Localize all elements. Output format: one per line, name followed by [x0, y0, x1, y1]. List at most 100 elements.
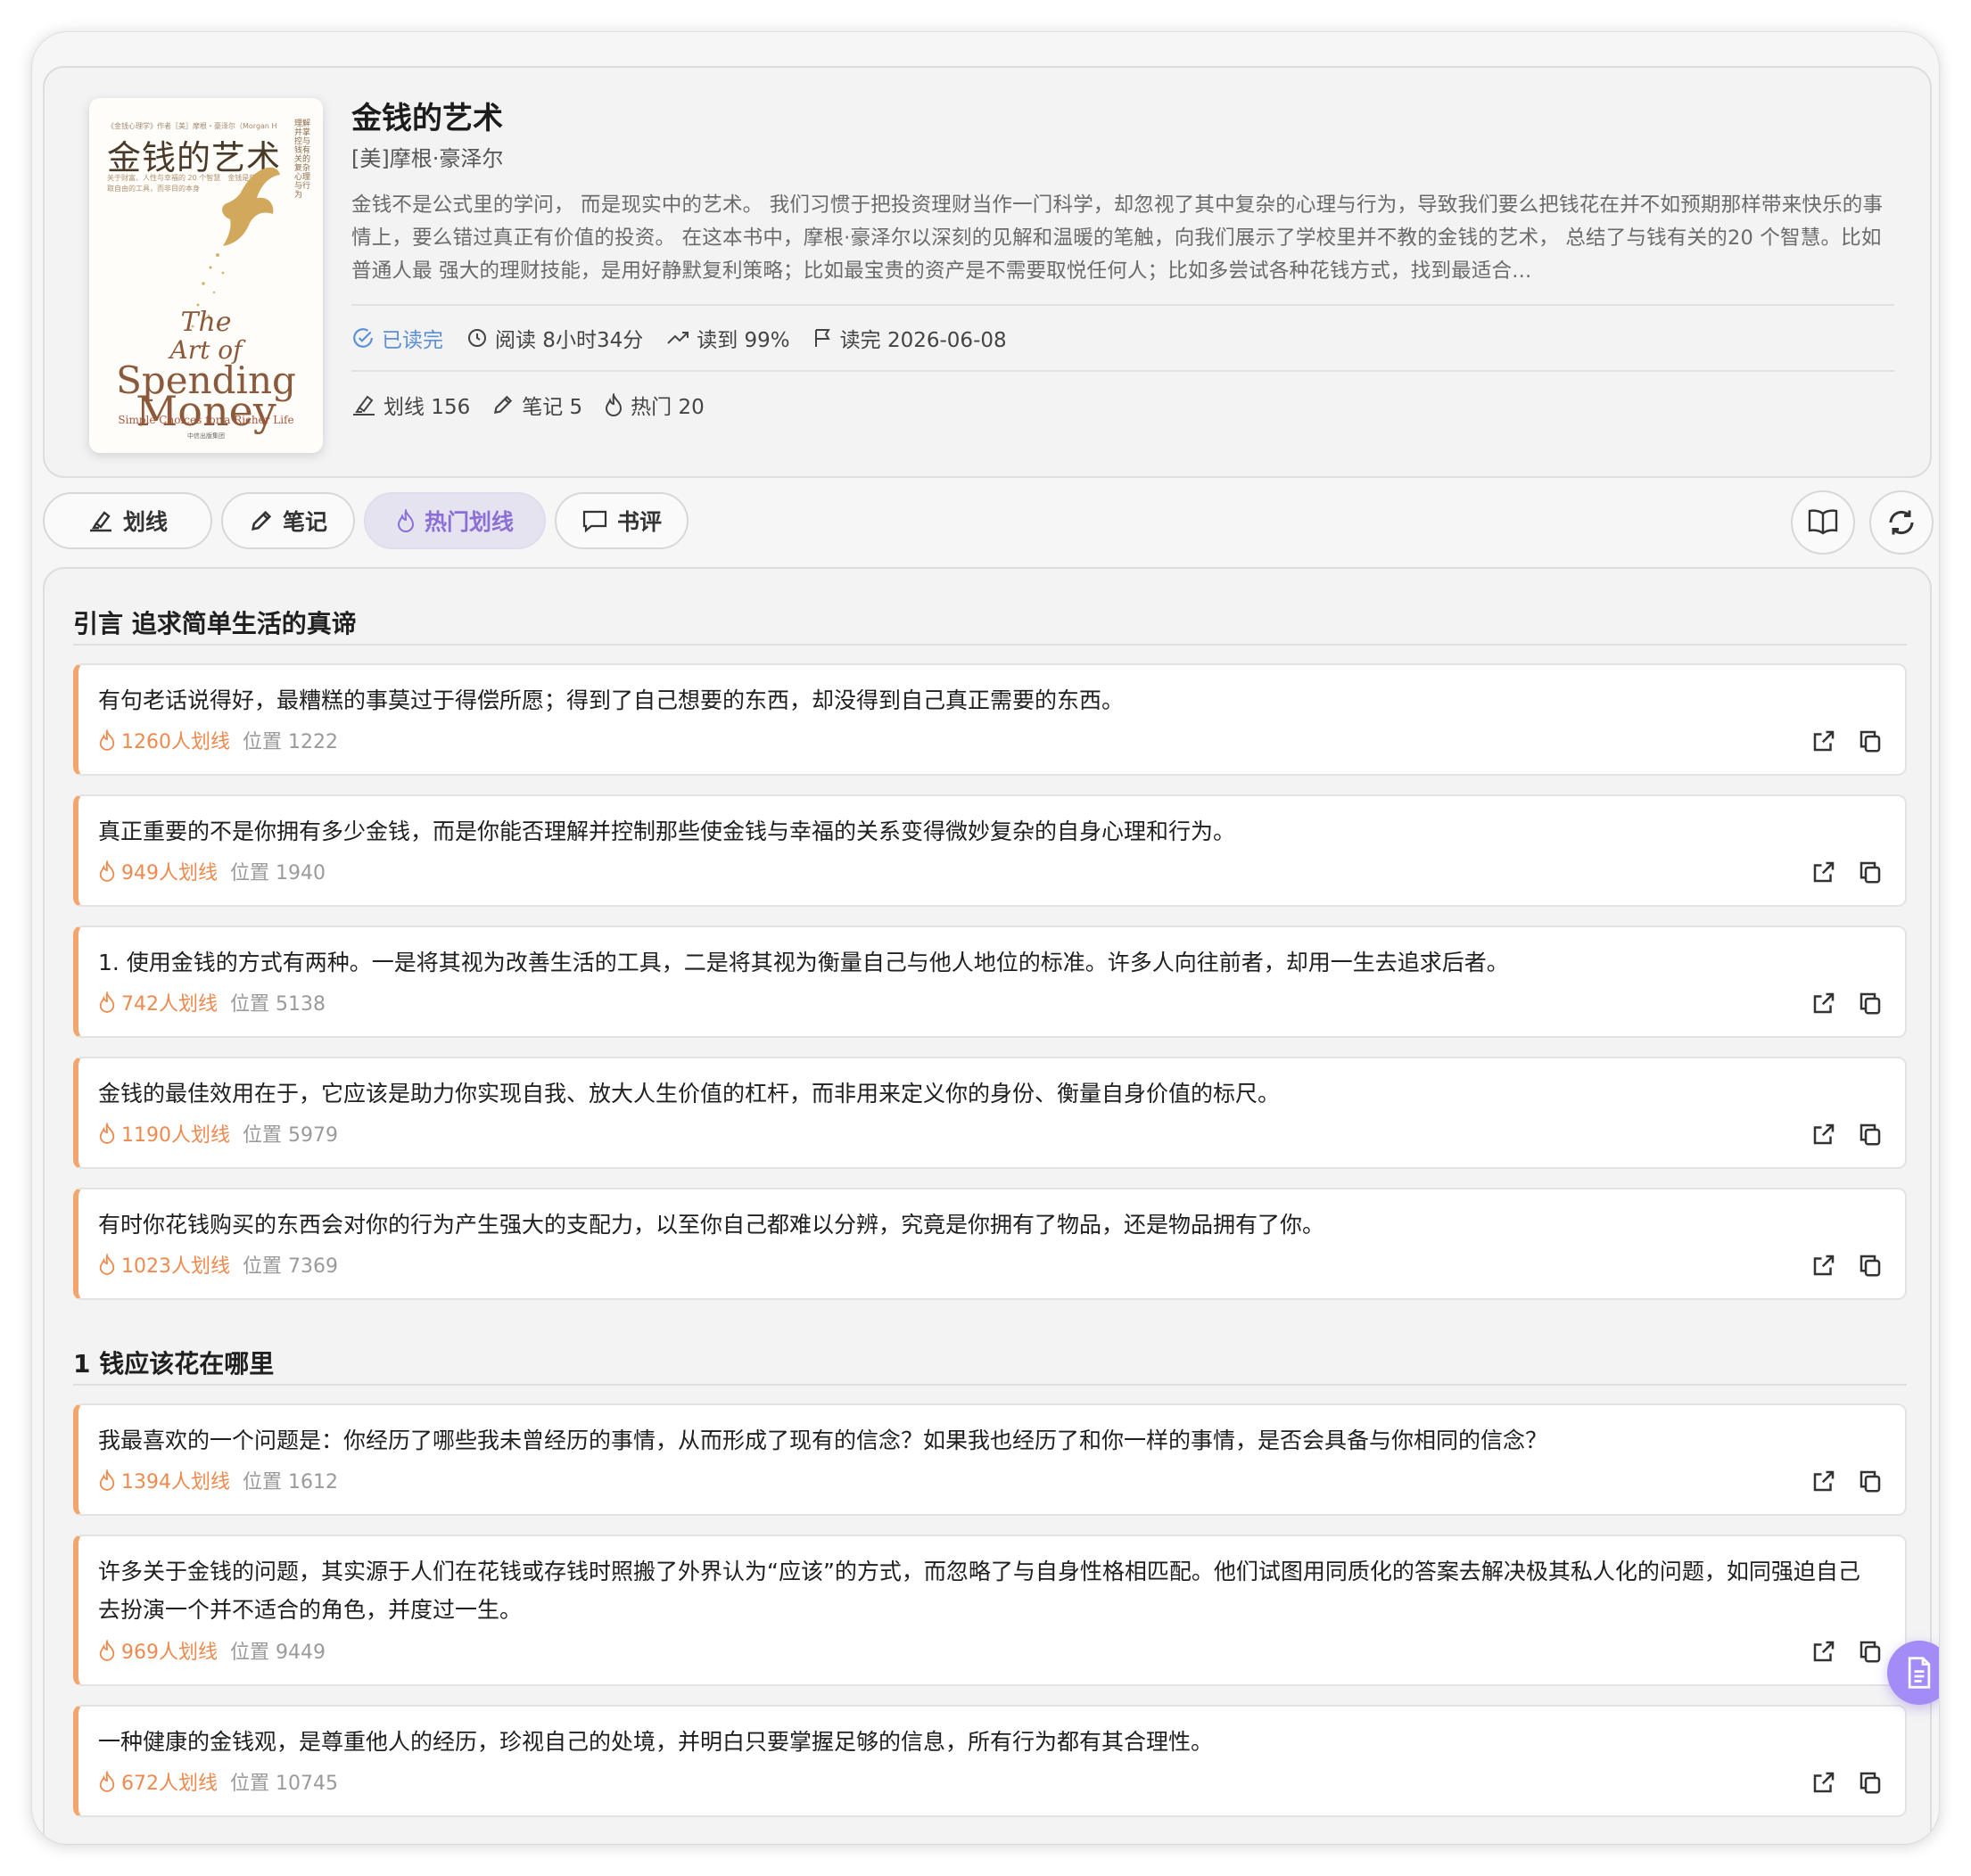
highlight-text: 金钱的最佳效用在于，它应该是助力你实现自我、放大人生价值的杠杆，而非用来定义你的… — [98, 1081, 1281, 1107]
highlight-count: 672人划线 — [121, 1773, 218, 1795]
copy-icon[interactable] — [1855, 1636, 1885, 1666]
read-time: 阅读 8小时34分 — [466, 323, 643, 353]
highlight-card[interactable]: 一种健康的金钱观，是尊重他人的经历，珍视自己的处境，并明白只要掌握足够的信息，所… — [73, 1705, 1907, 1817]
flame-icon — [99, 1640, 115, 1661]
external-link-icon[interactable] — [1809, 1250, 1839, 1280]
highlight-meta: 742人划线 位置 5138 — [98, 988, 326, 1016]
highlight-text: 许多关于金钱的问题，其实源于人们在花钱或存钱时照搬了外界认为“应该”的方式，而忽… — [98, 1559, 1860, 1623]
highlight-card[interactable]: 我最喜欢的一个问题是：你经历了哪些我未曾经历的事情，从而形成了现有的信念？如果我… — [73, 1403, 1907, 1516]
flame-icon — [99, 991, 115, 1013]
refresh-icon — [1889, 510, 1914, 535]
highlight-actions — [1793, 857, 1885, 887]
highlight-count: 1394人划线 — [121, 1471, 230, 1493]
trend-up-icon — [667, 332, 689, 344]
finish-date: 读完 2026-06-08 — [813, 323, 1007, 353]
pencil-icon — [494, 395, 513, 415]
highlight-text: 真正重要的不是你拥有多少金钱，而是你能否理解并控制那些使金钱与幸福的关系变得微妙… — [98, 819, 1236, 844]
cover-en-money: Money — [136, 387, 276, 435]
external-link-icon[interactable] — [1809, 1636, 1839, 1666]
highlight-meta: 1394人划线 位置 1612 — [98, 1466, 338, 1494]
highlight-meta: 1260人划线 位置 1222 — [98, 726, 338, 754]
highlight-card[interactable]: 1. 使用金钱的方式有两种。一是将其视为改善生活的工具，二是将其视为衡量自己与他… — [73, 926, 1907, 1038]
highlight-count: 1190人划线 — [121, 1124, 230, 1147]
pencil-icon — [252, 510, 272, 531]
section-divider — [73, 1384, 1907, 1386]
highlight-count: 1260人划线 — [121, 731, 230, 753]
section-title: 引言 追求简单生活的真谛 — [73, 609, 357, 638]
highlight-position: 位置 9449 — [230, 1642, 326, 1664]
copy-icon[interactable] — [1855, 726, 1885, 756]
highlight-card[interactable]: 许多关于金钱的问题，其实源于人们在花钱或存钱时照搬了外界认为“应该”的方式，而忽… — [73, 1535, 1907, 1686]
highlight-meta: 1023人划线 位置 7369 — [98, 1250, 338, 1279]
refresh-button[interactable] — [1869, 490, 1934, 555]
flame-icon — [99, 1254, 115, 1275]
flame-icon — [397, 509, 414, 532]
flame-icon — [99, 860, 115, 882]
copy-icon[interactable] — [1855, 1119, 1885, 1149]
highlight-actions — [1793, 1250, 1885, 1280]
cover-publisher: 中信出版集团 — [187, 432, 225, 440]
highlight-count: 742人划线 — [121, 993, 218, 1016]
highlight-actions — [1793, 1767, 1885, 1798]
highlight-text: 一种健康的金钱观，是尊重他人的经历，珍视自己的处境，并明白只要掌握足够的信息，所… — [98, 1729, 1214, 1755]
cover-en-tagline: Simple Choices for a Richer Life — [118, 414, 294, 426]
external-link-icon[interactable] — [1809, 857, 1839, 887]
tab-popular-highlights[interactable]: 热门划线 — [364, 492, 546, 549]
highlight-actions — [1793, 1466, 1885, 1496]
highlight-actions — [1793, 1636, 1885, 1666]
external-link-icon[interactable] — [1809, 1119, 1839, 1149]
copy-icon[interactable] — [1855, 1250, 1885, 1280]
cover-en-the: The — [180, 307, 232, 338]
comment-icon — [582, 510, 607, 533]
check-circle-icon — [353, 328, 373, 348]
book-author[interactable]: [美]摩根·豪泽尔 — [351, 143, 1894, 175]
external-link-icon[interactable] — [1809, 1466, 1839, 1496]
external-link-icon[interactable] — [1809, 726, 1839, 756]
flame-icon — [99, 1123, 115, 1144]
highlight-meta: 969人划线 位置 9449 — [98, 1636, 326, 1665]
highlight-meta: 949人划线 位置 1940 — [98, 857, 326, 885]
tab-highlights[interactable]: 划线 — [43, 492, 212, 549]
highlight-text: 1. 使用金钱的方式有两种。一是将其视为改善生活的工具，二是将其视为衡量自己与他… — [98, 950, 1509, 975]
tab-reviews[interactable]: 书评 — [555, 492, 689, 549]
highlight-count: 划线 156 — [351, 390, 470, 420]
copy-icon[interactable] — [1855, 988, 1885, 1018]
highlight-position: 位置 1940 — [230, 862, 326, 885]
book-title: 金钱的艺术 — [351, 101, 503, 136]
highlight-count: 949人划线 — [121, 862, 218, 885]
highlight-position: 位置 10745 — [230, 1773, 338, 1795]
stats-row: 划线 156 笔记 5 热门 20 — [351, 372, 1894, 438]
section-divider — [73, 644, 1907, 646]
highlight-card[interactable]: 有句老话说得好，最糟糕的事莫过于得偿所愿；得到了自己想要的东西，却没得到自己真正… — [73, 663, 1907, 776]
flag-icon — [814, 329, 830, 347]
cover-vertical-text: 理解并掌控与钱有关的复杂心理与行为 — [294, 119, 311, 200]
external-link-icon[interactable] — [1809, 988, 1839, 1018]
flame-icon — [99, 1469, 115, 1491]
highlight-card[interactable]: 金钱的最佳效用在于，它应该是助力你实现自我、放大人生价值的杠杆，而非用来定义你的… — [73, 1057, 1907, 1169]
copy-icon[interactable] — [1855, 1767, 1885, 1798]
highlight-position: 位置 1612 — [243, 1471, 338, 1493]
copy-icon[interactable] — [1855, 857, 1885, 887]
section-title: 1 钱应该花在哪里 — [73, 1349, 275, 1378]
external-link-icon[interactable] — [1809, 1767, 1839, 1798]
highlight-actions — [1793, 988, 1885, 1018]
copy-icon[interactable] — [1855, 1466, 1885, 1496]
flame-icon — [99, 1771, 115, 1792]
read-state: 已读完 — [351, 323, 443, 353]
highlight-count: 969人划线 — [121, 1642, 218, 1664]
book-info-card: 《金钱心理学》作者［美］摩根・豪泽尔（Morgan Housel）著 潘婕 译 … — [43, 66, 1932, 478]
reading-status-row: 已读完 阅读 8小时34分 读到 99% 读完 2026-06-08 — [351, 306, 1894, 370]
highlight-card[interactable]: 有时你花钱购买的东西会对你的行为产生强大的支配力，以至你自己都难以分辨，究竟是你… — [73, 1188, 1907, 1300]
highlight-position: 位置 5138 — [230, 993, 326, 1016]
highlight-card[interactable]: 真正重要的不是你拥有多少金钱，而是你能否理解并控制那些使金钱与幸福的关系变得微妙… — [73, 794, 1907, 907]
highlight-meta: 1190人划线 位置 5979 — [98, 1119, 338, 1148]
highlight-count: 1023人划线 — [121, 1255, 230, 1278]
flame-icon — [99, 729, 115, 751]
document-icon — [1908, 1657, 1931, 1689]
book-cover[interactable]: 《金钱心理学》作者［美］摩根・豪泽尔（Morgan Housel）著 潘婕 译 … — [89, 98, 323, 453]
note-count: 笔记 5 — [491, 390, 582, 420]
popular-highlights-panel[interactable]: 引言 追求简单生活的真谛 有句老话说得好，最糟糕的事莫过于得偿所愿；得到了自己想… — [43, 567, 1932, 1844]
tab-notes[interactable]: 笔记 — [221, 492, 355, 549]
open-book-button[interactable] — [1791, 490, 1855, 555]
highlighter-icon — [89, 511, 111, 532]
